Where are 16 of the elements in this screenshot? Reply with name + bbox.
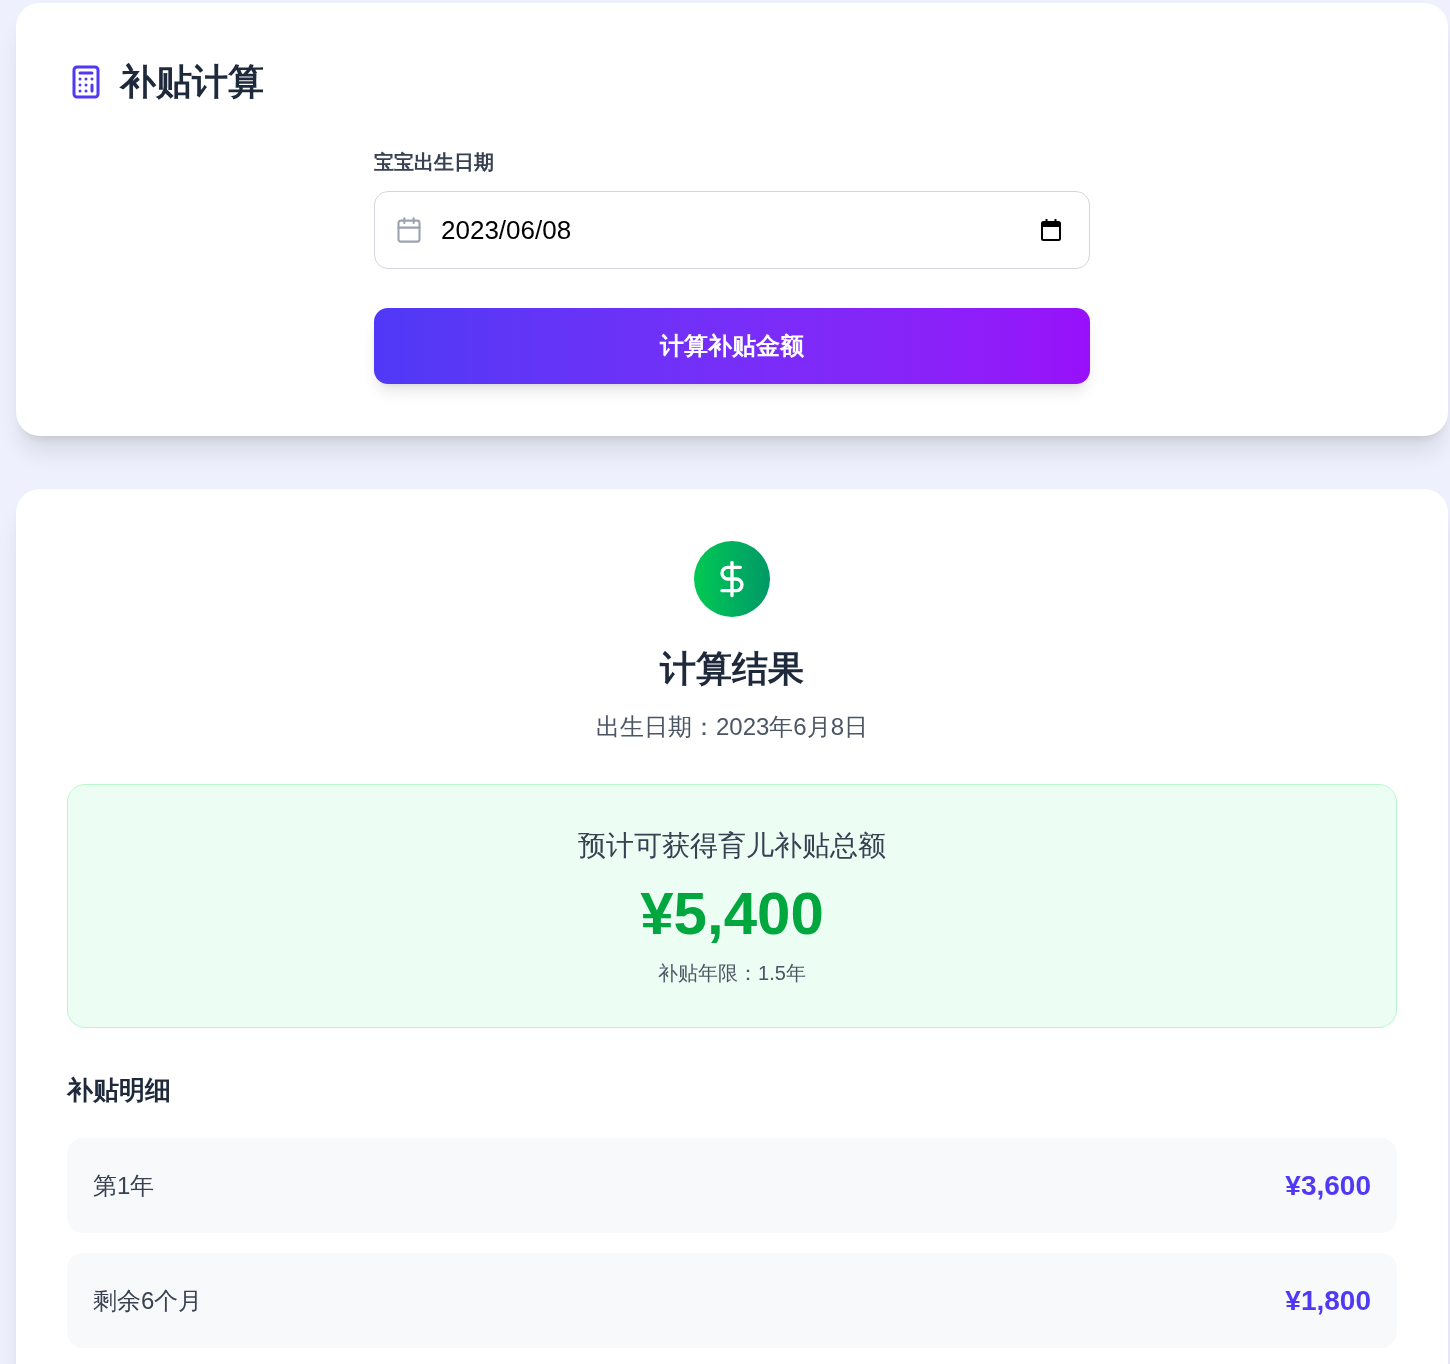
calendar-icon: [395, 216, 423, 244]
field-label: 宝宝出生日期: [374, 150, 494, 175]
row-amount: ¥1,800: [1285, 1283, 1371, 1318]
total-label: 预计可获得育儿补贴总额: [578, 829, 886, 863]
date-field[interactable]: 2023/06/08: [374, 191, 1090, 269]
card-title: 补贴计算: [120, 60, 264, 104]
result-title: 计算结果: [660, 647, 804, 691]
birth-date-text: 出生日期：2023年6月8日: [595, 712, 869, 742]
breakdown-title: 补贴明细: [67, 1074, 171, 1107]
calculate-button[interactable]: 计算补贴金额: [374, 308, 1090, 384]
total-amount: ¥5,400: [640, 882, 824, 946]
row-amount: ¥3,600: [1285, 1168, 1371, 1203]
calendar-picker-icon[interactable]: [1041, 219, 1061, 241]
row-label: 第1年: [93, 1170, 155, 1201]
duration-text: 补贴年限：1.5年: [658, 961, 806, 986]
row-label: 剩余6个月: [93, 1285, 203, 1316]
